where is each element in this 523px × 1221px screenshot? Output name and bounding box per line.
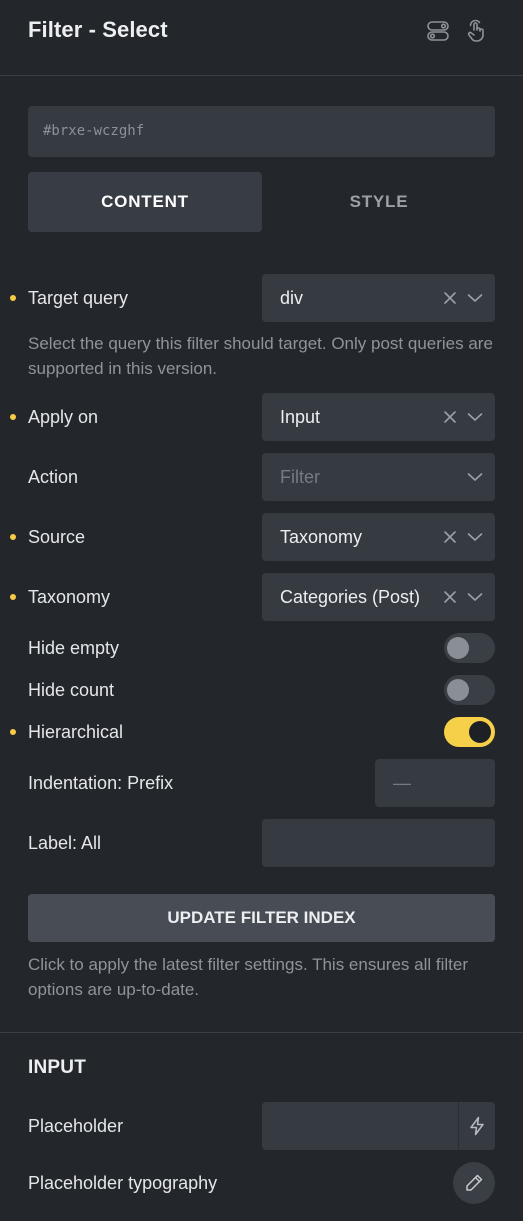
required-dot: [10, 594, 16, 600]
placeholder-label: Placeholder: [28, 1116, 124, 1136]
chevron-down-icon: [467, 293, 483, 303]
target-query-label: Target query: [28, 288, 129, 308]
required-dot: [10, 534, 16, 540]
hide-count-label: Hide count: [28, 680, 115, 700]
toggle-knob: [469, 721, 491, 743]
toggle-knob: [447, 679, 469, 701]
input-separator: [458, 1102, 459, 1150]
section-divider: [0, 1032, 523, 1033]
chevron-down-icon: [467, 592, 483, 602]
toggle-knob: [447, 637, 469, 659]
taxonomy-select[interactable]: Categories (Post): [262, 573, 495, 621]
required-dot: [10, 414, 16, 420]
indentation-prefix-label: Indentation: Prefix: [28, 773, 174, 793]
chevron-down-icon: [467, 472, 483, 482]
target-query-description: Select the query this filter should targ…: [28, 334, 493, 378]
action-label: Action: [28, 467, 79, 487]
update-filter-index-button[interactable]: UPDATE FILTER INDEX: [28, 894, 495, 942]
action-select[interactable]: Filter: [262, 453, 495, 501]
clear-icon[interactable]: [443, 590, 457, 604]
label-all-input[interactable]: [262, 819, 495, 867]
clear-icon[interactable]: [443, 291, 457, 305]
chevron-down-icon: [467, 532, 483, 542]
dynamic-data-icon[interactable]: [467, 1116, 487, 1136]
element-panel: Filter - Select #brxe-wczghf CONTENT STY…: [0, 0, 523, 1221]
panel-title: Filter - Select: [28, 17, 168, 42]
input-section-title: INPUT: [28, 1057, 86, 1078]
element-id-field[interactable]: #brxe-wczghf: [28, 106, 495, 157]
placeholder-typography-edit-button[interactable]: [453, 1162, 495, 1204]
apply-on-value: Input: [280, 407, 321, 427]
placeholder-typography-label: Placeholder typography: [28, 1173, 218, 1193]
source-select[interactable]: Taxonomy: [262, 513, 495, 561]
tab-content[interactable]: CONTENT: [28, 172, 262, 232]
source-label: Source: [28, 527, 86, 547]
taxonomy-label: Taxonomy: [28, 587, 111, 607]
target-query-value: div: [280, 288, 304, 308]
update-filter-index-description: Click to apply the latest filter setting…: [28, 955, 468, 999]
chevron-down-icon: [467, 412, 483, 422]
pointer-hand-icon[interactable]: [465, 19, 489, 43]
required-dot: [10, 729, 16, 735]
toggle-switches-icon[interactable]: [426, 19, 450, 43]
action-placeholder: Filter: [280, 467, 320, 487]
pencil-icon: [466, 1174, 483, 1191]
source-value: Taxonomy: [280, 527, 363, 547]
apply-on-select[interactable]: Input: [262, 393, 495, 441]
clear-icon[interactable]: [443, 410, 457, 424]
apply-on-label: Apply on: [28, 407, 99, 427]
placeholder-input[interactable]: [262, 1102, 495, 1150]
panel-header: Filter - Select: [0, 0, 523, 76]
clear-icon[interactable]: [443, 530, 457, 544]
required-dot: [10, 295, 16, 301]
hide-empty-label: Hide empty: [28, 638, 120, 658]
hide-empty-toggle[interactable]: [444, 633, 495, 663]
hide-count-toggle[interactable]: [444, 675, 495, 705]
indentation-prefix-input[interactable]: —: [375, 759, 495, 807]
hierarchical-label: Hierarchical: [28, 722, 124, 742]
label-all-label: Label: All: [28, 833, 102, 853]
taxonomy-value: Categories (Post): [280, 587, 421, 607]
tab-style[interactable]: STYLE: [262, 172, 496, 232]
hierarchical-toggle[interactable]: [444, 717, 495, 747]
target-query-select[interactable]: div: [262, 274, 495, 322]
